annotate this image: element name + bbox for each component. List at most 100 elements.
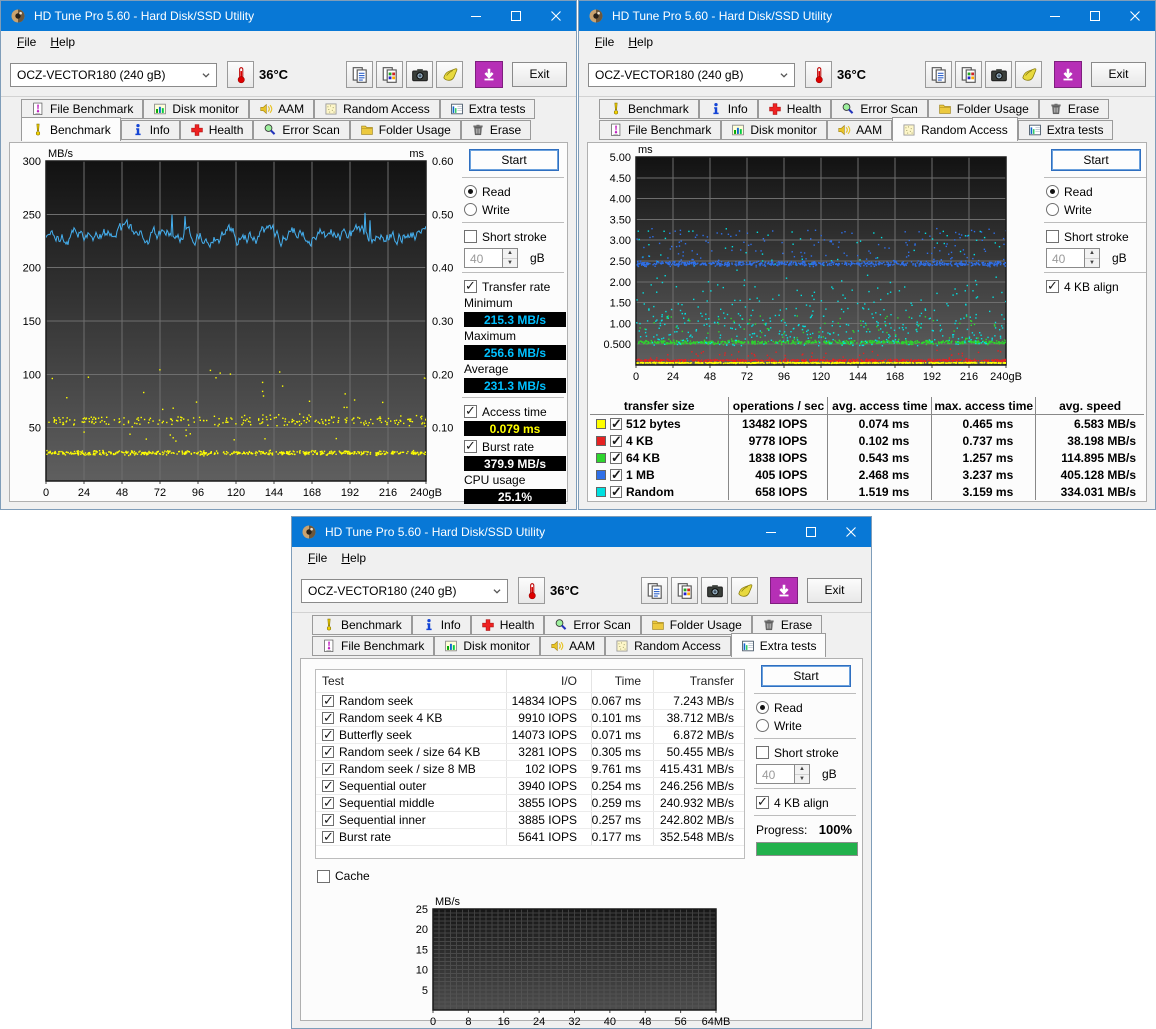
minimize-button[interactable] bbox=[456, 1, 496, 31]
write-radio[interactable] bbox=[1046, 203, 1059, 216]
spinner-up-icon[interactable]: ▲ bbox=[795, 765, 809, 775]
copy-image-button[interactable] bbox=[955, 61, 982, 88]
copy-image-button[interactable] bbox=[671, 577, 698, 604]
menu-item-help[interactable]: Help bbox=[43, 33, 82, 51]
tab-error-scan[interactable]: Error Scan bbox=[544, 615, 640, 635]
write-radio[interactable] bbox=[756, 719, 769, 732]
spinner-buttons[interactable]: ▲▼ bbox=[502, 248, 518, 268]
tab-folder-usage[interactable]: Folder Usage bbox=[928, 99, 1039, 119]
close-button[interactable] bbox=[536, 1, 576, 31]
tab-aam[interactable]: AAM bbox=[827, 120, 892, 140]
hand-button[interactable] bbox=[731, 577, 758, 604]
write-radio[interactable] bbox=[464, 203, 477, 216]
access-time-checkbox[interactable]: ✓ bbox=[464, 405, 477, 418]
spinner-up-icon[interactable]: ▲ bbox=[503, 249, 517, 259]
tab-disk-monitor[interactable]: Disk monitor bbox=[434, 636, 540, 656]
tab-info[interactable]: Info bbox=[121, 120, 180, 140]
tab-random-access[interactable]: Random Access bbox=[605, 636, 731, 656]
drive-selector[interactable]: OCZ-VECTOR180 (240 gB) bbox=[10, 63, 217, 87]
tab-aam[interactable]: AAM bbox=[249, 99, 314, 119]
close-button[interactable] bbox=[831, 517, 871, 547]
minimize-button[interactable] bbox=[1035, 1, 1075, 31]
tab-extra-tests[interactable]: Extra tests bbox=[1018, 120, 1114, 140]
tab-disk-monitor[interactable]: Disk monitor bbox=[143, 99, 249, 119]
drive-selector[interactable]: OCZ-VECTOR180 (240 gB) bbox=[588, 63, 795, 87]
menu-item-file[interactable]: File bbox=[588, 33, 621, 51]
tab-benchmark[interactable]: Benchmark bbox=[21, 117, 121, 141]
download-button[interactable] bbox=[770, 577, 798, 604]
copy-text-button[interactable] bbox=[925, 61, 952, 88]
tab-health[interactable]: Health bbox=[471, 615, 545, 635]
4-kb-align-checkbox[interactable]: ✓ bbox=[756, 796, 769, 809]
temperature-button[interactable] bbox=[805, 61, 832, 88]
spinner-buttons[interactable]: ▲▼ bbox=[1084, 248, 1100, 268]
maximize-button[interactable] bbox=[791, 517, 831, 547]
hand-button[interactable] bbox=[1015, 61, 1042, 88]
tab-folder-usage[interactable]: Folder Usage bbox=[641, 615, 752, 635]
copy-image-button[interactable] bbox=[376, 61, 403, 88]
cache-checkbox[interactable] bbox=[317, 870, 330, 883]
exit-button[interactable]: Exit bbox=[1091, 62, 1146, 87]
512-bytes-checkbox[interactable]: ✓ bbox=[610, 418, 622, 430]
burst-rate-checkbox[interactable]: ✓ bbox=[322, 831, 334, 843]
read-radio[interactable] bbox=[464, 185, 477, 198]
download-button[interactable] bbox=[1054, 61, 1082, 88]
tab-erase[interactable]: Erase bbox=[752, 615, 822, 635]
read-radio[interactable] bbox=[756, 701, 769, 714]
tab-folder-usage[interactable]: Folder Usage bbox=[350, 120, 461, 140]
tab-info[interactable]: Info bbox=[699, 99, 758, 119]
tab-random-access[interactable]: Random Access bbox=[314, 99, 440, 119]
random-seek-size-64-kb-checkbox[interactable]: ✓ bbox=[322, 746, 334, 758]
1-mb-checkbox[interactable]: ✓ bbox=[610, 469, 622, 481]
random-seek-checkbox[interactable]: ✓ bbox=[322, 695, 334, 707]
4-kb-align-checkbox[interactable]: ✓ bbox=[1046, 280, 1059, 293]
tab-error-scan[interactable]: Error Scan bbox=[253, 120, 349, 140]
maximize-button[interactable] bbox=[1075, 1, 1115, 31]
download-button[interactable] bbox=[475, 61, 503, 88]
tab-erase[interactable]: Erase bbox=[1039, 99, 1109, 119]
menu-item-file[interactable]: File bbox=[10, 33, 43, 51]
spinner-down-icon[interactable]: ▼ bbox=[795, 775, 809, 784]
random-seek-size-8-mb-checkbox[interactable]: ✓ bbox=[322, 763, 334, 775]
exit-button[interactable]: Exit bbox=[807, 578, 862, 603]
tab-file-benchmark[interactable]: File Benchmark bbox=[599, 120, 721, 140]
copy-text-button[interactable] bbox=[641, 577, 668, 604]
tab-random-access[interactable]: Random Access bbox=[892, 117, 1018, 141]
start-button[interactable]: Start bbox=[469, 149, 559, 171]
sequential-middle-checkbox[interactable]: ✓ bbox=[322, 797, 334, 809]
random-seek-4-kb-checkbox[interactable]: ✓ bbox=[322, 712, 334, 724]
64-kb-checkbox[interactable]: ✓ bbox=[610, 452, 622, 464]
start-button[interactable]: Start bbox=[761, 665, 851, 687]
hand-button[interactable] bbox=[436, 61, 463, 88]
random-checkbox[interactable]: ✓ bbox=[610, 486, 622, 498]
temperature-button[interactable] bbox=[227, 61, 254, 88]
screenshot-button[interactable] bbox=[985, 61, 1012, 88]
screenshot-button[interactable] bbox=[701, 577, 728, 604]
copy-text-button[interactable] bbox=[346, 61, 373, 88]
tab-health[interactable]: Health bbox=[758, 99, 832, 119]
short-stroke-checkbox[interactable] bbox=[464, 230, 477, 243]
spinner-down-icon[interactable]: ▼ bbox=[1085, 259, 1099, 268]
drive-selector[interactable]: OCZ-VECTOR180 (240 gB) bbox=[301, 579, 508, 603]
menu-item-help[interactable]: Help bbox=[334, 549, 373, 567]
spinner-down-icon[interactable]: ▼ bbox=[503, 259, 517, 268]
spinner-buttons[interactable]: ▲▼ bbox=[794, 764, 810, 784]
burst-rate-checkbox[interactable]: ✓ bbox=[464, 440, 477, 453]
sequential-inner-checkbox[interactable]: ✓ bbox=[322, 814, 334, 826]
tab-benchmark[interactable]: Benchmark bbox=[599, 99, 699, 119]
tab-aam[interactable]: AAM bbox=[540, 636, 605, 656]
menu-item-help[interactable]: Help bbox=[621, 33, 660, 51]
4-kb-checkbox[interactable]: ✓ bbox=[610, 435, 622, 447]
tab-benchmark[interactable]: Benchmark bbox=[312, 615, 412, 635]
temperature-button[interactable] bbox=[518, 577, 545, 604]
tab-disk-monitor[interactable]: Disk monitor bbox=[721, 120, 827, 140]
tab-erase[interactable]: Erase bbox=[461, 120, 531, 140]
start-button[interactable]: Start bbox=[1051, 149, 1141, 171]
tab-health[interactable]: Health bbox=[180, 120, 254, 140]
exit-button[interactable]: Exit bbox=[512, 62, 567, 87]
transfer-rate-checkbox[interactable]: ✓ bbox=[464, 280, 477, 293]
tab-info[interactable]: Info bbox=[412, 615, 471, 635]
minimize-button[interactable] bbox=[751, 517, 791, 547]
tab-extra-tests[interactable]: Extra tests bbox=[440, 99, 536, 119]
close-button[interactable] bbox=[1115, 1, 1155, 31]
